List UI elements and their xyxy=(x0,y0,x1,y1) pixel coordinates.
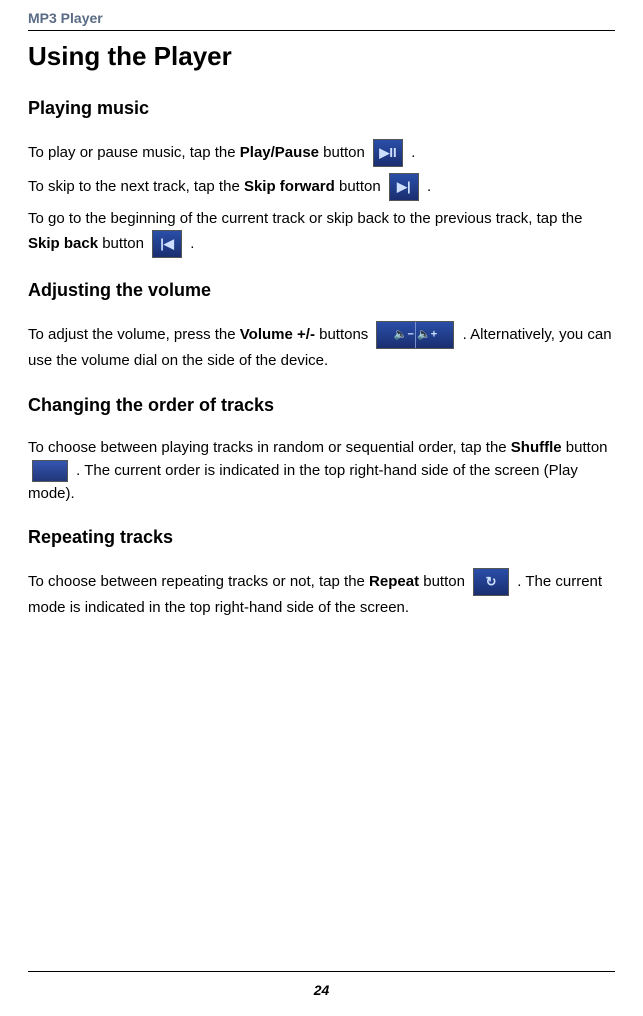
skip-back-icon: |◀ xyxy=(152,230,182,258)
icon-glyph: ▶II xyxy=(379,143,396,163)
text: . xyxy=(423,178,431,195)
text: To choose between playing tracks in rand… xyxy=(28,439,511,456)
page-header: MP3 Player xyxy=(28,10,615,31)
icon-glyph: ▶| xyxy=(397,177,411,197)
shuffle-icon xyxy=(32,460,68,482)
icon-glyph: |◀ xyxy=(160,234,174,254)
play-pause-icon: ▶II xyxy=(373,139,403,167)
playing-p1: To play or pause music, tap the Play/Pau… xyxy=(28,139,615,167)
section-playing-heading: Playing music xyxy=(28,98,615,119)
volume-p1: To adjust the volume, press the Volume +… xyxy=(28,321,615,372)
footer-rule xyxy=(28,971,615,972)
section-volume-heading: Adjusting the volume xyxy=(28,280,615,301)
text: button xyxy=(335,178,385,195)
page-title: Using the Player xyxy=(28,41,615,72)
skip-forward-icon: ▶| xyxy=(389,173,419,201)
text: . xyxy=(186,235,194,252)
page-number: 24 xyxy=(0,982,643,998)
play-pause-label: Play/Pause xyxy=(240,144,319,161)
icon-glyph: ↻ xyxy=(486,572,497,592)
text: buttons xyxy=(315,326,373,343)
text: . xyxy=(407,144,415,161)
text: To choose between repeating tracks or no… xyxy=(28,573,369,590)
text: To adjust the volume, press the xyxy=(28,326,240,343)
section-order-heading: Changing the order of tracks xyxy=(28,395,615,416)
shuffle-label: Shuffle xyxy=(511,439,562,456)
playing-p2: To skip to the next track, tap the Skip … xyxy=(28,173,615,201)
text: To go to the beginning of the current tr… xyxy=(28,210,582,227)
volume-label: Volume +/- xyxy=(240,326,315,343)
icon-glyph: 🔈− 🔈+ xyxy=(394,327,437,344)
repeat-icon: ↻ xyxy=(473,568,509,596)
text: . The current order is indicated in the … xyxy=(28,462,578,502)
skip-forward-label: Skip forward xyxy=(244,178,335,195)
text: button xyxy=(419,573,469,590)
text: button xyxy=(319,144,369,161)
skip-back-label: Skip back xyxy=(28,235,98,252)
volume-buttons-icon: 🔈− 🔈+ xyxy=(376,321,454,349)
repeat-label: Repeat xyxy=(369,573,419,590)
repeat-p1: To choose between repeating tracks or no… xyxy=(28,568,615,619)
text: button xyxy=(562,439,608,456)
text: To play or pause music, tap the xyxy=(28,144,240,161)
text: button xyxy=(98,235,148,252)
text: To skip to the next track, tap the xyxy=(28,178,244,195)
section-repeat-heading: Repeating tracks xyxy=(28,527,615,548)
order-p1: To choose between playing tracks in rand… xyxy=(28,436,615,506)
playing-p3: To go to the beginning of the current tr… xyxy=(28,207,615,258)
